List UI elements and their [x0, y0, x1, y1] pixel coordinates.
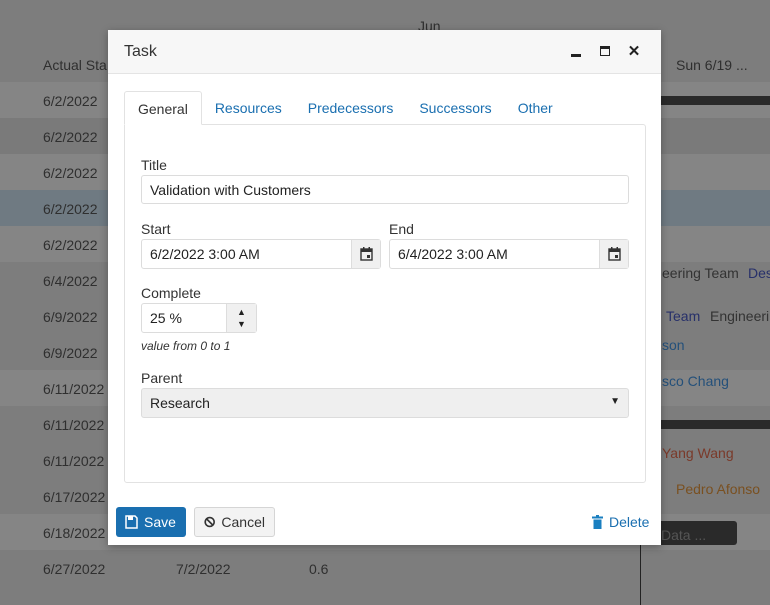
title-input[interactable]: Validation with Customers: [141, 175, 629, 204]
arrow-up-icon[interactable]: ▲: [237, 307, 246, 317]
arrow-down-icon[interactable]: ▼: [237, 319, 246, 329]
save-icon: [125, 515, 138, 529]
save-label: Save: [144, 514, 176, 530]
tab-successors[interactable]: Successors: [406, 91, 504, 125]
resource-label: Pedro Afonso: [676, 481, 761, 497]
cell[interactable]: 6/2/2022: [43, 237, 98, 253]
complete-hint: value from 0 to 1: [141, 339, 231, 353]
cell[interactable]: 6/17/2022: [43, 489, 105, 505]
cancel-label: Cancel: [221, 514, 265, 530]
tab-bar: General Resources Predecessors Successor…: [124, 91, 566, 125]
start-label: Start: [141, 221, 171, 237]
save-button[interactable]: Save: [116, 507, 186, 537]
parent-select[interactable]: Research ▼: [141, 388, 629, 418]
dropdown-arrow-icon: ▼: [610, 396, 620, 407]
spin-buttons[interactable]: ▲ ▼: [226, 304, 256, 332]
cell[interactable]: 6/4/2022: [43, 273, 98, 289]
start-value: 6/2/2022 3:00 AM: [150, 246, 260, 262]
complete-value: 25 %: [150, 310, 182, 326]
cell[interactable]: 0.6: [309, 561, 328, 577]
end-label: End: [389, 221, 414, 237]
cell[interactable]: 6/2/2022: [43, 201, 98, 217]
tab-predecessors[interactable]: Predecessors: [295, 91, 407, 125]
title-label: Title: [141, 157, 167, 173]
dialog-titlebar[interactable]: Task ✕: [108, 30, 661, 74]
resource-label: Engineeri: [710, 308, 770, 324]
tab-resources[interactable]: Resources: [202, 91, 295, 125]
delete-button[interactable]: Delete: [583, 507, 658, 537]
cell[interactable]: 6/2/2022: [43, 165, 98, 181]
end-value: 6/4/2022 3:00 AM: [398, 246, 508, 262]
cell[interactable]: 6/9/2022: [43, 345, 98, 361]
dialog-title: Task: [124, 43, 157, 60]
connector-line: [640, 545, 641, 605]
title-value: Validation with Customers: [150, 181, 311, 198]
calendar-icon[interactable]: [599, 240, 628, 268]
cell[interactable]: 6/9/2022: [43, 309, 98, 325]
trash-icon: [592, 515, 603, 529]
task-dialog: Task ✕ General Resources Predecessors Su…: [108, 30, 661, 545]
parent-label: Parent: [141, 370, 183, 386]
resource-label: Yang Wang: [662, 445, 734, 461]
close-icon[interactable]: ✕: [625, 42, 643, 60]
cell[interactable]: 6/2/2022: [43, 93, 98, 109]
cell[interactable]: 6/11/2022: [43, 453, 104, 469]
cancel-icon: [204, 516, 215, 528]
cell[interactable]: 7/2/2022: [176, 561, 231, 577]
cell[interactable]: 6/2/2022: [43, 129, 98, 145]
tab-other[interactable]: Other: [505, 91, 566, 125]
complete-stepper[interactable]: 25 % ▲ ▼: [141, 303, 257, 333]
cell[interactable]: 6/27/2022: [43, 561, 105, 577]
maximize-icon[interactable]: [596, 42, 614, 60]
resource-label: son: [662, 337, 685, 353]
summary-bar[interactable]: [661, 96, 770, 105]
start-input[interactable]: 6/2/2022 3:00 AM: [141, 239, 381, 269]
day-header: Sun 6/19 ...: [676, 57, 748, 73]
task-bar-label: Data ...: [661, 527, 707, 543]
calendar-icon[interactable]: [351, 240, 380, 268]
cell[interactable]: 6/18/2022: [43, 525, 105, 541]
column-header[interactable]: Actual Sta: [43, 57, 107, 73]
delete-label: Delete: [609, 514, 650, 530]
resource-label: Des: [748, 265, 770, 281]
resource-label: eering Team: [662, 265, 739, 281]
cell[interactable]: 6/11/2022: [43, 381, 104, 397]
cancel-button[interactable]: Cancel: [194, 507, 275, 537]
minimize-icon[interactable]: [567, 42, 585, 60]
parent-value: Research: [150, 395, 210, 411]
tab-general[interactable]: General: [124, 91, 202, 125]
resource-label: sco Chang: [662, 373, 729, 389]
cell[interactable]: 6/11/2022: [43, 417, 104, 433]
end-input[interactable]: 6/4/2022 3:00 AM: [389, 239, 629, 269]
summary-bar[interactable]: [661, 420, 770, 429]
complete-label: Complete: [141, 285, 201, 301]
resource-label: Team: [666, 308, 701, 324]
